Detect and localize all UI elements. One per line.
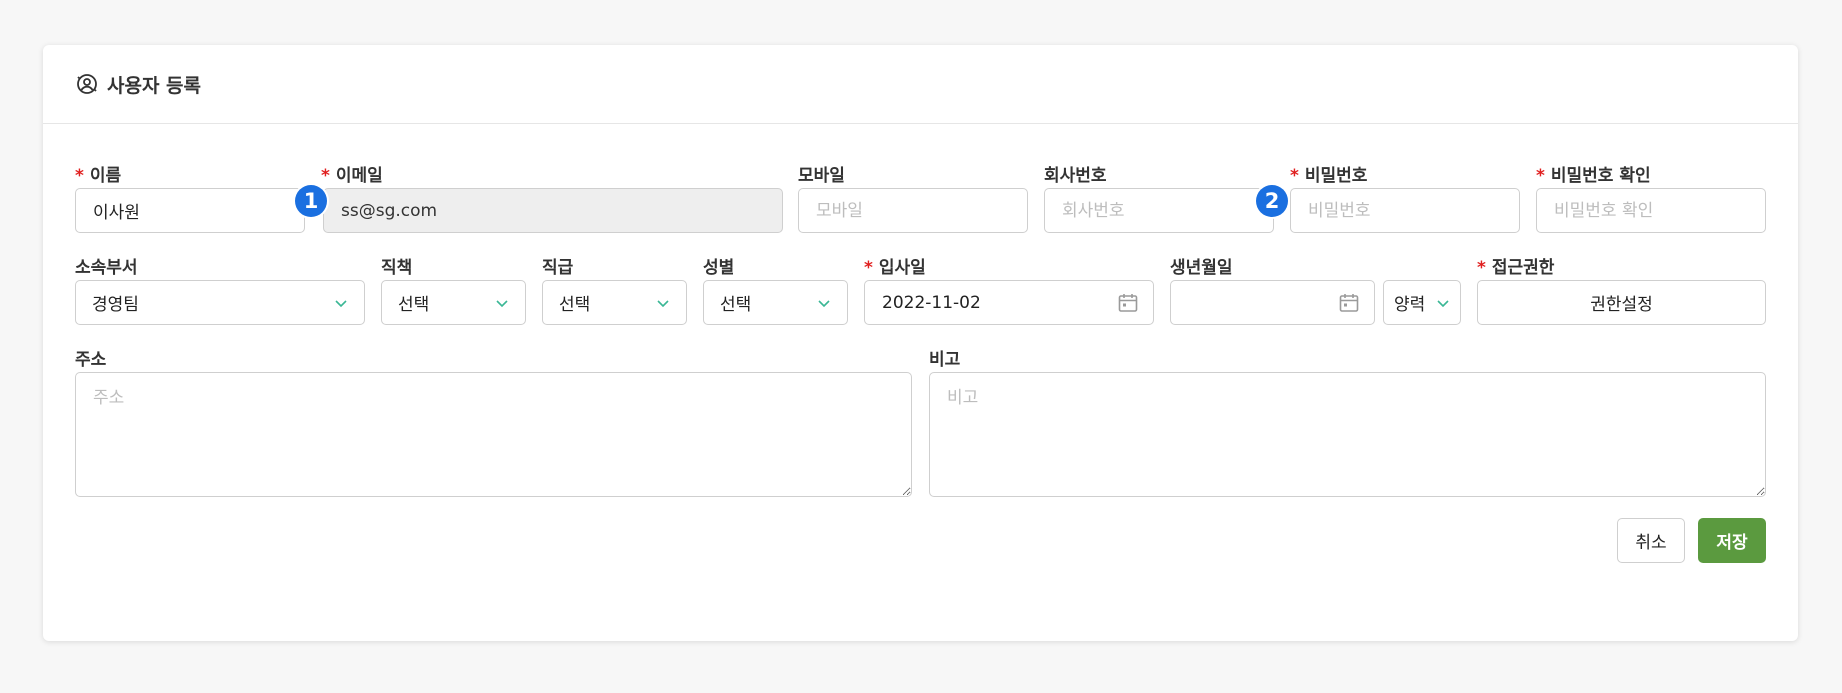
rank-label: 직급 [542,258,574,278]
remarks-label: 비고 [929,350,961,370]
calendar-icon[interactable] [1338,292,1360,314]
card-header: 사용자 등록 [43,45,1798,124]
mobile-input[interactable] [798,188,1028,233]
remarks-textarea[interactable] [929,372,1766,497]
chevron-down-icon [334,296,348,310]
join-date-input[interactable]: 2022-11-02 [864,280,1154,325]
required-mark: * [864,258,873,278]
password-input[interactable] [1290,188,1520,233]
chevron-down-icon [1436,296,1450,310]
calendar-type-select[interactable]: 양력 [1383,280,1461,325]
user-settings-icon [75,72,99,96]
duty-value: 선택 [398,295,430,315]
department-label: 소속부서 [75,258,138,278]
name-label: * 이름 [75,166,122,186]
chevron-down-icon [817,296,831,310]
annotation-badge-2: 2 [1256,185,1288,217]
annotation-badge-1: 1 [295,185,327,217]
join-date-label: * 입사일 [864,258,926,278]
address-label: 주소 [75,350,107,370]
rank-value: 선택 [559,295,591,315]
required-mark: * [1477,258,1486,278]
birth-date-label: 생년월일 [1170,258,1233,278]
mobile-label: 모바일 [798,166,845,186]
page-title: 사용자 등록 [107,74,202,97]
required-mark: * [1290,166,1299,186]
calendar-icon[interactable] [1117,292,1139,314]
address-textarea[interactable] [75,372,912,497]
gender-value: 선택 [720,295,752,315]
birth-date-input[interactable] [1170,280,1375,325]
required-mark: * [321,166,330,186]
calendar-type-value: 양력 [1394,295,1426,315]
required-mark: * [1536,166,1545,186]
duty-select[interactable]: 선택 [381,280,526,325]
gender-select[interactable]: 선택 [703,280,848,325]
department-value: 경영팀 [92,295,139,315]
chevron-down-icon [656,296,670,310]
access-label: * 접근권한 [1477,258,1555,278]
access-settings-button[interactable]: 권한설정 [1477,280,1766,325]
user-registration-card: 사용자 등록 *이름 *이메일 모바일 회사번호 *비밀번호 *비밀번호 확인 … [43,45,1798,641]
duty-label: 직책 [381,258,413,278]
cancel-button[interactable]: 취소 [1617,518,1685,563]
gender-label: 성별 [703,258,735,278]
password-confirm-input[interactable] [1536,188,1766,233]
save-button[interactable]: 저장 [1698,518,1766,563]
join-date-value: 2022-11-02 [882,292,981,313]
rank-select[interactable]: 선택 [542,280,687,325]
company-number-input[interactable] [1044,188,1274,233]
chevron-down-icon [495,296,509,310]
company-number-label: 회사번호 [1044,166,1107,186]
email-input[interactable] [323,188,783,233]
password-label: * 비밀번호 [1290,166,1368,186]
password-confirm-label: * 비밀번호 확인 [1536,166,1651,186]
email-label: * 이메일 [321,166,383,186]
name-input[interactable] [75,188,305,233]
department-select[interactable]: 경영팀 [75,280,365,325]
required-mark: * [75,166,84,186]
